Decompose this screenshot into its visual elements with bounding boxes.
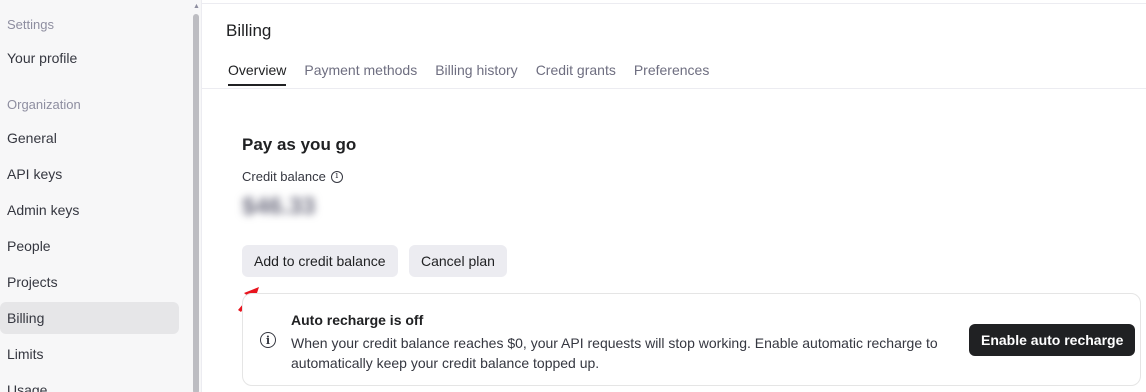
tab-credit-grants[interactable]: Credit grants <box>536 62 616 86</box>
billing-main: Billing Overview Payment methods Billing… <box>202 0 1146 392</box>
app-window: Settings Your profile Organization Gener… <box>0 0 1146 392</box>
sidebar-item-projects[interactable]: Projects <box>0 266 179 298</box>
tab-payment-methods[interactable]: Payment methods <box>304 62 417 86</box>
cancel-plan-button[interactable]: Cancel plan <box>409 245 507 277</box>
billing-tabs: Overview Payment methods Billing history… <box>228 62 727 86</box>
add-to-credit-balance-button[interactable]: Add to credit balance <box>242 245 398 277</box>
sidebar-item-admin-keys[interactable]: Admin keys <box>0 194 179 226</box>
sidebar-heading-settings: Settings <box>7 17 54 32</box>
alert-title: Auto recharge is off <box>291 312 424 328</box>
tabs-divider <box>202 88 1146 89</box>
sidebar-item-api-keys[interactable]: API keys <box>0 158 179 190</box>
sidebar-heading-organization: Organization <box>7 97 81 112</box>
plan-title: Pay as you go <box>242 135 357 154</box>
credit-balance-label-text: Credit balance <box>242 169 326 184</box>
sidebar-item-your-profile[interactable]: Your profile <box>0 42 179 74</box>
sidebar-item-general[interactable]: General <box>0 122 179 154</box>
tab-billing-history[interactable]: Billing history <box>435 62 517 86</box>
alert-body: When your credit balance reaches $0, you… <box>291 335 938 371</box>
enable-auto-recharge-button[interactable]: Enable auto recharge <box>969 324 1136 356</box>
top-divider <box>202 3 1146 4</box>
tab-preferences[interactable]: Preferences <box>634 62 709 86</box>
sidebar-scrollbar-thumb[interactable] <box>193 14 199 392</box>
settings-sidebar: Settings Your profile Organization Gener… <box>0 0 192 392</box>
sidebar-item-billing[interactable]: Billing <box>0 302 179 334</box>
credit-balance-value: $46.33 <box>242 193 316 220</box>
info-icon[interactable]: i <box>330 170 343 183</box>
auto-recharge-alert: i Auto recharge is off When your credit … <box>242 293 1141 386</box>
tab-overview[interactable]: Overview <box>228 62 287 86</box>
page-title: Billing <box>226 21 272 40</box>
info-circle-icon: i <box>260 332 276 348</box>
sidebar-item-people[interactable]: People <box>0 230 179 262</box>
sidebar-item-usage[interactable]: Usage <box>0 374 179 392</box>
scroll-up-icon[interactable]: ▲ <box>193 3 200 10</box>
credit-balance-label: Credit balance i <box>242 169 343 184</box>
sidebar-item-limits[interactable]: Limits <box>0 338 179 370</box>
